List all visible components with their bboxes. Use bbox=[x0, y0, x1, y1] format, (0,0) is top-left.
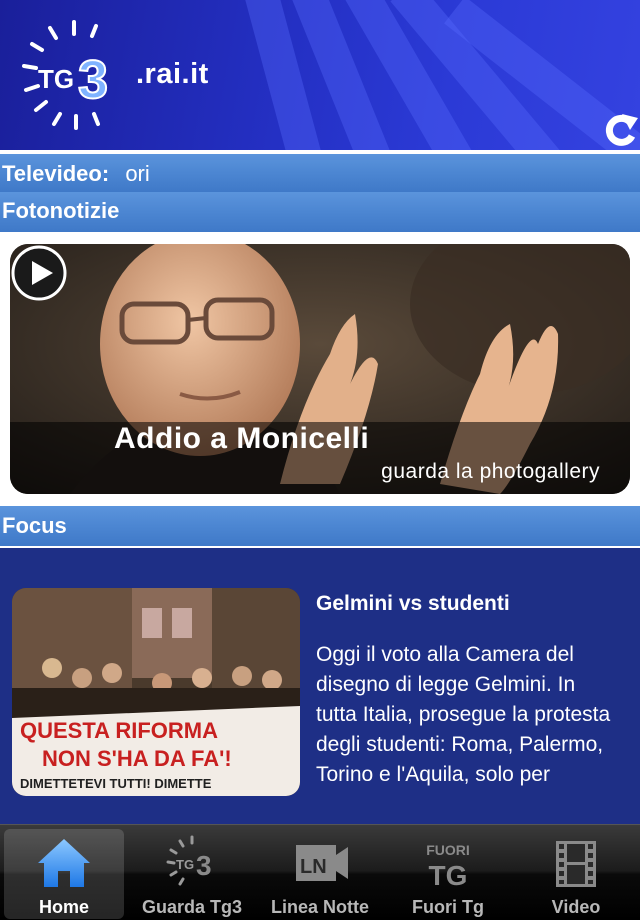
focus-article[interactable]: QUESTA RIFORMA NON S'HA DA FA'! DIMETTET… bbox=[0, 548, 640, 824]
play-icon[interactable] bbox=[10, 244, 68, 302]
svg-text:DIMETTETEVI TUTTI! DIMETTE: DIMETTETEVI TUTTI! DIMETTE bbox=[20, 776, 212, 791]
photo-gallery-link[interactable]: guarda la photogallery bbox=[381, 460, 600, 484]
focus-header: Focus bbox=[0, 506, 640, 546]
tab-bar: Home TG 3 Guarda Tg3 LN Linea Notte FUOR… bbox=[0, 824, 640, 920]
focus-article-image[interactable]: QUESTA RIFORMA NON S'HA DA FA'! DIMETTET… bbox=[12, 588, 300, 796]
focus-article-text: Oggi il voto alla Camera del disegno di … bbox=[316, 643, 611, 786]
svg-text:TG: TG bbox=[176, 857, 194, 872]
photo-news-card[interactable]: Addio a Monicelli guarda la photogallery bbox=[10, 244, 630, 494]
tab-label: Linea Notte bbox=[270, 897, 369, 917]
svg-text:3: 3 bbox=[78, 50, 108, 110]
home-icon bbox=[38, 839, 90, 887]
film-icon bbox=[556, 841, 596, 887]
tab-home[interactable]: Home bbox=[4, 829, 124, 919]
site-domain: .rai.it bbox=[136, 58, 209, 90]
tab-label: Home bbox=[38, 897, 89, 917]
linea-notte-icon: LN bbox=[296, 845, 348, 881]
televideo-label: Televideo: bbox=[2, 161, 110, 186]
svg-text:TG: TG bbox=[429, 860, 468, 891]
televideo-ticker: ori bbox=[125, 161, 150, 186]
refresh-icon[interactable] bbox=[600, 108, 640, 150]
tab-linea-notte[interactable]: LN Linea Notte bbox=[260, 829, 380, 919]
tab-video[interactable]: Video bbox=[516, 829, 636, 919]
svg-text:TG: TG bbox=[38, 64, 74, 94]
photo-news-title: Addio a Monicelli bbox=[114, 422, 370, 455]
header-banner: TG 3 .rai.it bbox=[0, 0, 640, 150]
svg-text:LN: LN bbox=[300, 856, 327, 878]
focus-article-title[interactable]: Gelmini vs studenti bbox=[316, 592, 510, 616]
tab-label: Fuori Tg bbox=[412, 897, 484, 917]
app-screen: TG 3 .rai.it Televideo: ori Fotonotizie bbox=[0, 0, 640, 920]
svg-text:FUORI: FUORI bbox=[426, 842, 470, 858]
tab-guarda-tg3[interactable]: TG 3 Guarda Tg3 bbox=[132, 829, 252, 919]
tab-label: Video bbox=[551, 897, 601, 917]
tab-fuori-tg[interactable]: FUORI TG Fuori Tg bbox=[388, 829, 508, 919]
svg-text:NON S'HA DA FA'!: NON S'HA DA FA'! bbox=[42, 746, 232, 771]
tg3-logo: TG 3 bbox=[22, 20, 109, 130]
tab-label: Guarda Tg3 bbox=[141, 897, 243, 917]
fuori-tg-icon: FUORI TG bbox=[426, 842, 470, 891]
svg-text:QUESTA RIFORMA: QUESTA RIFORMA bbox=[20, 718, 218, 743]
fotonotizie-header: Fotonotizie bbox=[0, 192, 640, 232]
tg3-icon: TG 3 bbox=[166, 835, 212, 886]
televideo-bar[interactable]: Televideo: ori bbox=[0, 154, 640, 192]
svg-text:3: 3 bbox=[196, 850, 212, 881]
